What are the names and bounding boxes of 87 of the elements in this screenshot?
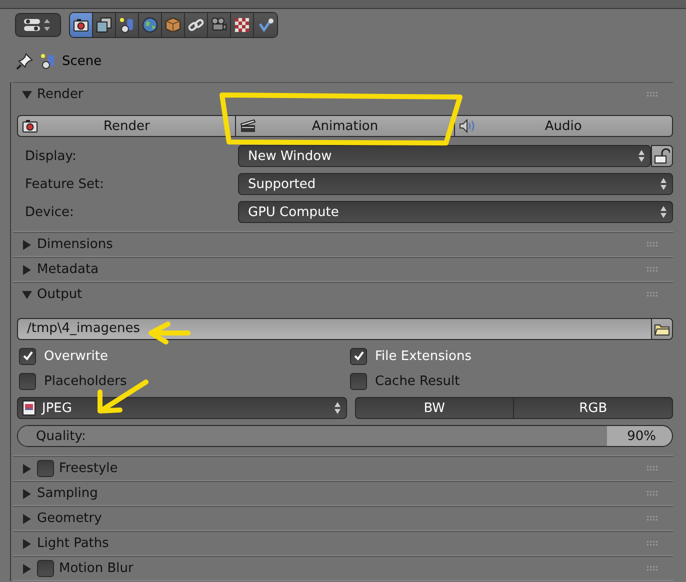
color-mode-button[interactable]: RGB: [513, 397, 673, 419]
checkbox[interactable]: [350, 372, 367, 390]
grip-icon[interactable]: [647, 490, 659, 496]
disclosure-triangle-icon[interactable]: [22, 564, 32, 574]
disclosure-triangle-icon[interactable]: [22, 514, 32, 524]
checkbox[interactable]: [350, 348, 367, 364]
dropdown[interactable]: New Window: [238, 145, 651, 167]
checkbox-label[interactable]: Placeholders: [44, 374, 127, 388]
context-tab[interactable]: [208, 12, 231, 36]
annotation-arrow: [148, 322, 190, 344]
grip-icon[interactable]: [647, 540, 659, 546]
context-tab[interactable]: [185, 12, 208, 36]
panel-title[interactable]: Sampling: [37, 486, 642, 501]
updown-arrows-icon: [660, 177, 667, 191]
disclosure-triangle-icon[interactable]: [22, 464, 32, 474]
panel-title[interactable]: Metadata: [37, 262, 642, 277]
context-tab[interactable]: [139, 12, 162, 36]
scene-icon: [40, 53, 56, 69]
panel-title[interactable]: Motion Blur: [59, 561, 642, 576]
picture-stack-icon: [96, 16, 112, 32]
cube-icon: [165, 16, 181, 32]
updown-arrows-icon: [638, 149, 645, 163]
field-label: Device:: [25, 204, 75, 220]
folder-icon: [654, 322, 670, 336]
image-file-icon: [22, 400, 36, 416]
grip-icon[interactable]: [647, 92, 659, 98]
film-camera-icon: [211, 16, 227, 32]
clapperboard-icon: [240, 119, 256, 133]
panel-title[interactable]: Render: [37, 87, 642, 102]
updown-arrows-icon: [660, 205, 667, 219]
panel-title[interactable]: Output: [37, 287, 642, 302]
dropdown[interactable]: GPU Compute: [238, 201, 673, 223]
panel-title[interactable]: Freestyle: [59, 461, 642, 476]
check-icon: [22, 350, 34, 362]
check-icon: [258, 16, 274, 32]
dropdown[interactable]: Supported: [238, 173, 673, 195]
disclosure-triangle-icon[interactable]: [22, 538, 32, 548]
editor-type-button[interactable]: [15, 12, 61, 36]
panel-title[interactable]: Geometry: [37, 511, 642, 526]
pin-icon[interactable]: [16, 52, 34, 70]
field-label: Feature Set:: [25, 176, 105, 192]
grip-icon[interactable]: [647, 466, 659, 472]
camera-icon: [73, 18, 89, 32]
speaker-icon: [458, 119, 477, 133]
globe-icon: [142, 16, 158, 32]
checkbox[interactable]: [37, 460, 54, 477]
scene-icon: [119, 16, 135, 32]
panel-title[interactable]: Dimensions: [37, 237, 642, 252]
folder-button[interactable]: [651, 318, 673, 340]
action-button[interactable]: Audio: [454, 115, 673, 137]
grip-icon[interactable]: [647, 292, 659, 298]
checkbox-label[interactable]: Cache Result: [375, 374, 460, 388]
grip-icon[interactable]: [647, 266, 659, 272]
context-path-label: Scene: [62, 54, 102, 68]
context-tab[interactable]: [116, 12, 139, 36]
check-icon: [352, 350, 364, 362]
dropdown[interactable]: JPEG: [17, 397, 346, 419]
camera-icon: [22, 119, 38, 133]
grip-icon[interactable]: [647, 516, 659, 522]
checkbox-label[interactable]: Overwrite: [44, 348, 108, 364]
grip-icon[interactable]: [647, 566, 659, 572]
context-tab[interactable]: [70, 12, 93, 36]
properties-editor-icon: [23, 16, 53, 32]
context-tab[interactable]: [231, 12, 254, 36]
color-mode-button[interactable]: BW: [354, 397, 514, 419]
disclosure-triangle-icon[interactable]: [22, 240, 32, 250]
checkbox-label[interactable]: File Extensions: [375, 348, 472, 364]
checkbox[interactable]: [19, 372, 36, 390]
disclosure-triangle-icon[interactable]: [22, 290, 32, 300]
context-tab[interactable]: [254, 12, 277, 36]
chain-link-icon: [188, 16, 204, 32]
grip-icon[interactable]: [647, 242, 659, 248]
input-field[interactable]: /tmp\4_imagenes: [17, 318, 651, 340]
updown-arrows-icon: [334, 401, 340, 415]
checkbox[interactable]: [19, 348, 36, 364]
action-button[interactable]: Animation: [236, 115, 455, 137]
context-tab[interactable]: [93, 12, 116, 36]
checker-icon: [234, 16, 250, 32]
context-tab[interactable]: [162, 12, 185, 36]
disclosure-triangle-icon[interactable]: [22, 90, 32, 100]
disclosure-triangle-icon[interactable]: [22, 488, 32, 498]
field-label: Display:: [25, 148, 78, 164]
disclosure-triangle-icon[interactable]: [22, 264, 32, 274]
checkbox[interactable]: [37, 560, 54, 577]
panel-title[interactable]: Light Paths: [37, 536, 642, 551]
action-button[interactable]: Render: [17, 115, 236, 137]
quality-slider[interactable]: Quality: 90%: [17, 425, 673, 447]
